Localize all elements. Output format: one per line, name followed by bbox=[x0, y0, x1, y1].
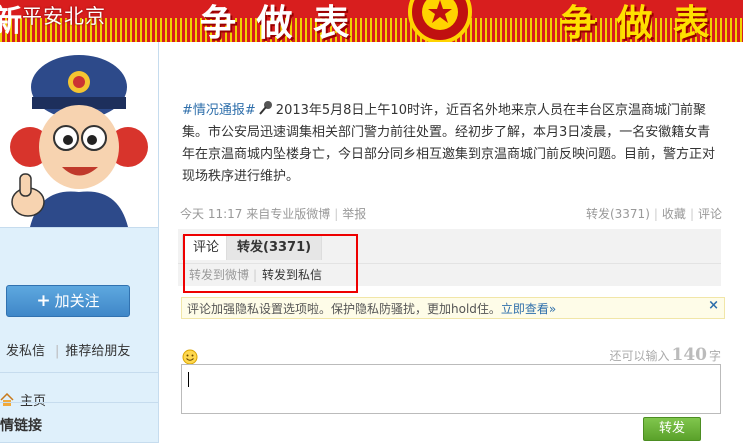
comment-panel: 评论 转发(3371) 转发到微博 | 转发到私信 评论加强隐私设置选项啦。保护… bbox=[178, 229, 725, 443]
profile-sidebar: + 加关注 发私信 | 推荐给朋友 主页 情链接 bbox=[0, 42, 159, 443]
comment-link[interactable]: 评论 bbox=[698, 207, 722, 221]
emoji-icon[interactable] bbox=[182, 349, 198, 365]
links-section-title: 情链接 bbox=[0, 418, 42, 434]
meta-separator: | bbox=[653, 207, 658, 221]
sidebar-item-home[interactable]: 主页 bbox=[0, 390, 46, 409]
repost-textarea[interactable] bbox=[181, 364, 721, 414]
banner-slogan-right: 争 做 表 bbox=[560, 2, 714, 42]
close-icon[interactable]: × bbox=[708, 295, 719, 317]
plus-icon: + bbox=[36, 291, 51, 311]
topic-tag[interactable]: #情况通报# bbox=[182, 103, 256, 118]
main-content: #情况通报# 2013年5月8日上午10时许，近百名外地来京人员在丰台区京温商城… bbox=[170, 42, 743, 443]
weibo-post: #情况通报# 2013年5月8日上午10时许，近百名外地来京人员在丰台区京温商城… bbox=[182, 100, 722, 188]
sidebar-divider bbox=[0, 227, 158, 228]
follow-label: 加关注 bbox=[54, 292, 100, 310]
banner-slogan-left: 争 做 表 bbox=[200, 2, 354, 42]
report-link[interactable]: 举报 bbox=[342, 207, 366, 221]
avatar[interactable] bbox=[0, 42, 158, 227]
counter-suffix: 字 bbox=[708, 349, 721, 363]
privacy-notice: 评论加强隐私设置选项啦。保护隐私防骚扰，更加hold住。立即查看» × bbox=[181, 297, 725, 319]
site-logo[interactable]: 平安北京 bbox=[22, 0, 106, 29]
favorite-link[interactable]: 收藏 bbox=[662, 207, 686, 221]
follow-button[interactable]: + 加关注 bbox=[6, 285, 130, 317]
counter-prefix: 还可以输入 bbox=[609, 349, 670, 363]
police-mascot-avatar bbox=[0, 42, 158, 227]
link-separator: | bbox=[55, 344, 60, 359]
top-banner: 新 平安北京 争 做 表 争 做 表 bbox=[0, 0, 743, 42]
char-counter: 还可以输入 140 字 bbox=[609, 345, 721, 365]
post-time[interactable]: 今天 11:17 bbox=[180, 207, 242, 221]
sidebar-divider bbox=[0, 372, 158, 373]
sidebar-divider bbox=[0, 402, 158, 403]
recommend-link[interactable]: 推荐给朋友 bbox=[65, 344, 130, 359]
notice-text: 评论加强隐私设置选项啦。保护隐私防骚扰，更加hold住。 bbox=[187, 302, 501, 316]
text-caret bbox=[188, 372, 189, 387]
police-emblem-icon bbox=[408, 0, 472, 42]
highlight-box bbox=[183, 234, 358, 293]
post-actions: 转发(3371) | 收藏 | 评论 bbox=[586, 205, 722, 222]
banner-clipped-text: 新 bbox=[0, 4, 22, 39]
repost-submit-button[interactable]: 转发 bbox=[643, 417, 701, 441]
post-meta: 今天 11:17 来自专业版微博 | 举报 转发(3371) | 收藏 | 评论 bbox=[180, 205, 722, 222]
post-source[interactable]: 来自专业版微博 bbox=[246, 207, 330, 221]
notice-link[interactable]: 立即查看» bbox=[501, 302, 556, 316]
repost-link[interactable]: 转发(3371) bbox=[586, 207, 650, 221]
home-icon bbox=[0, 393, 14, 406]
send-message-link[interactable]: 发私信 bbox=[6, 344, 45, 359]
counter-value: 140 bbox=[671, 345, 707, 365]
meta-separator: | bbox=[689, 207, 694, 221]
microphone-icon bbox=[259, 101, 272, 115]
sidebar-links: 发私信 | 推荐给朋友 bbox=[6, 340, 134, 359]
meta-separator: | bbox=[334, 207, 339, 221]
